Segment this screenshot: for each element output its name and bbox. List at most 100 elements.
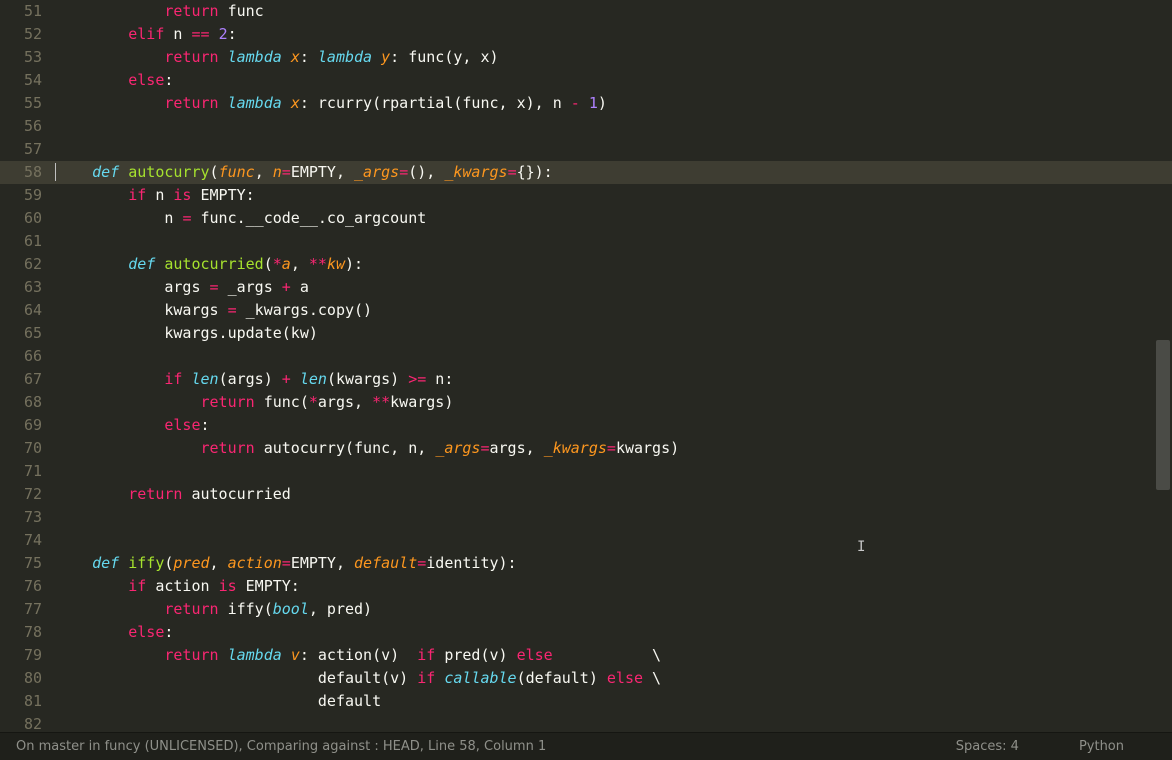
- code-content[interactable]: return iffy(bool, pred): [56, 598, 1172, 621]
- token: lambda: [228, 94, 282, 112]
- scrollbar-thumb[interactable]: [1156, 340, 1170, 490]
- token: [282, 48, 291, 66]
- token: _kwargs: [444, 163, 507, 181]
- code-line[interactable]: 79 return lambda v: action(v) if pred(v)…: [0, 644, 1172, 667]
- code-line[interactable]: 52 elif n == 2:: [0, 23, 1172, 46]
- code-content[interactable]: kwargs.update(kw): [56, 322, 1172, 345]
- token: func.__code__.co_argcount: [191, 209, 426, 227]
- code-line[interactable]: 63 args = _args + a: [0, 276, 1172, 299]
- code-content[interactable]: return autocurried: [56, 483, 1172, 506]
- token: [119, 163, 128, 181]
- code-line[interactable]: 71: [0, 460, 1172, 483]
- code-line[interactable]: 69 else:: [0, 414, 1172, 437]
- code-line[interactable]: 80 default(v) if callable(default) else …: [0, 667, 1172, 690]
- token: ,: [255, 163, 273, 181]
- code-line[interactable]: 54 else:: [0, 69, 1172, 92]
- code-line[interactable]: 57: [0, 138, 1172, 161]
- code-content[interactable]: if action is EMPTY:: [56, 575, 1172, 598]
- token: {}):: [517, 163, 553, 181]
- scrollbar-vertical[interactable]: [1156, 0, 1170, 732]
- status-bar: On master in funcy (UNLICENSED), Compari…: [0, 732, 1172, 760]
- line-number: 62: [0, 253, 56, 276]
- code-line[interactable]: 74: [0, 529, 1172, 552]
- line-number: 82: [0, 713, 56, 732]
- code-content[interactable]: else:: [56, 414, 1172, 437]
- code-line[interactable]: 55 return lambda x: rcurry(rpartial(func…: [0, 92, 1172, 115]
- code-content[interactable]: default(v) if callable(default) else \: [56, 667, 1172, 690]
- token: : func(y, x): [390, 48, 498, 66]
- token: pred: [173, 554, 209, 572]
- token: if: [128, 186, 146, 204]
- token: EMPTY,: [291, 163, 354, 181]
- code-content[interactable]: default: [56, 690, 1172, 713]
- token: [372, 48, 381, 66]
- code-line[interactable]: 62 def autocurried(*a, **kw):: [0, 253, 1172, 276]
- token: :: [164, 623, 173, 641]
- code-content[interactable]: def autocurried(*a, **kw):: [56, 253, 1172, 276]
- code-line[interactable]: 51 return func: [0, 0, 1172, 23]
- line-number: 53: [0, 46, 56, 69]
- token: args: [56, 278, 210, 296]
- code-content[interactable]: if n is EMPTY:: [56, 184, 1172, 207]
- code-line[interactable]: 75 def iffy(pred, action=EMPTY, default=…: [0, 552, 1172, 575]
- code-line[interactable]: 65 kwargs.update(kw): [0, 322, 1172, 345]
- token: =: [228, 301, 237, 319]
- code-content[interactable]: n = func.__code__.co_argcount: [56, 207, 1172, 230]
- code-line[interactable]: 76 if action is EMPTY:: [0, 575, 1172, 598]
- line-number: 60: [0, 207, 56, 230]
- token: v: [291, 646, 300, 664]
- code-content[interactable]: if len(args) + len(kwargs) >= n:: [56, 368, 1172, 391]
- code-content[interactable]: return func(*args, **kwargs): [56, 391, 1172, 414]
- token: [56, 2, 164, 20]
- code-line[interactable]: 64 kwargs = _kwargs.copy(): [0, 299, 1172, 322]
- code-line[interactable]: 73: [0, 506, 1172, 529]
- code-line[interactable]: 72 return autocurried: [0, 483, 1172, 506]
- code-line[interactable]: 67 if len(args) + len(kwargs) >= n:: [0, 368, 1172, 391]
- code-content[interactable]: return lambda v: action(v) if pred(v) el…: [56, 644, 1172, 667]
- code-area[interactable]: 51 return func52 elif n == 2:53 return l…: [0, 0, 1172, 732]
- code-line[interactable]: 61: [0, 230, 1172, 253]
- token: return: [201, 439, 255, 457]
- token: =: [210, 278, 219, 296]
- token: return: [164, 48, 218, 66]
- token: n: [164, 25, 191, 43]
- line-number: 79: [0, 644, 56, 667]
- editor-viewport[interactable]: 51 return func52 elif n == 2:53 return l…: [0, 0, 1172, 732]
- code-line[interactable]: 70 return autocurry(func, n, _args=args,…: [0, 437, 1172, 460]
- code-line[interactable]: 77 return iffy(bool, pred): [0, 598, 1172, 621]
- code-line[interactable]: 68 return func(*args, **kwargs): [0, 391, 1172, 414]
- code-line[interactable]: 66: [0, 345, 1172, 368]
- code-line[interactable]: 60 n = func.__code__.co_argcount: [0, 207, 1172, 230]
- code-content[interactable]: return autocurry(func, n, _args=args, _k…: [56, 437, 1172, 460]
- code-content[interactable]: args = _args + a: [56, 276, 1172, 299]
- token: return: [164, 2, 218, 20]
- token: =: [282, 163, 291, 181]
- code-content[interactable]: def autocurry(func, n=EMPTY, _args=(), _…: [56, 161, 1172, 184]
- token: if: [417, 669, 435, 687]
- code-content[interactable]: else:: [56, 69, 1172, 92]
- token: lambda: [318, 48, 372, 66]
- code-content[interactable]: else:: [56, 621, 1172, 644]
- code-content[interactable]: return lambda x: rcurry(rpartial(func, x…: [56, 92, 1172, 115]
- token: pred(v): [435, 646, 516, 664]
- status-syntax[interactable]: Python: [1079, 739, 1124, 754]
- code-content[interactable]: return lambda x: lambda y: func(y, x): [56, 46, 1172, 69]
- token: a: [291, 278, 309, 296]
- code-line[interactable]: 81 default: [0, 690, 1172, 713]
- status-spaces[interactable]: Spaces: 4: [956, 739, 1019, 754]
- token: _args: [354, 163, 399, 181]
- code-content[interactable]: kwargs = _kwargs.copy(): [56, 299, 1172, 322]
- code-content[interactable]: elif n == 2:: [56, 23, 1172, 46]
- code-content[interactable]: def iffy(pred, action=EMPTY, default=ide…: [56, 552, 1172, 575]
- code-line[interactable]: 53 return lambda x: lambda y: func(y, x): [0, 46, 1172, 69]
- code-line[interactable]: 58 def autocurry(func, n=EMPTY, _args=()…: [0, 161, 1172, 184]
- code-content[interactable]: return func: [56, 0, 1172, 23]
- code-line[interactable]: 56: [0, 115, 1172, 138]
- token: [291, 370, 300, 388]
- token: n: [56, 209, 182, 227]
- token: callable: [444, 669, 516, 687]
- code-line[interactable]: 78 else:: [0, 621, 1172, 644]
- token: args,: [490, 439, 544, 457]
- code-line[interactable]: 82: [0, 713, 1172, 732]
- code-line[interactable]: 59 if n is EMPTY:: [0, 184, 1172, 207]
